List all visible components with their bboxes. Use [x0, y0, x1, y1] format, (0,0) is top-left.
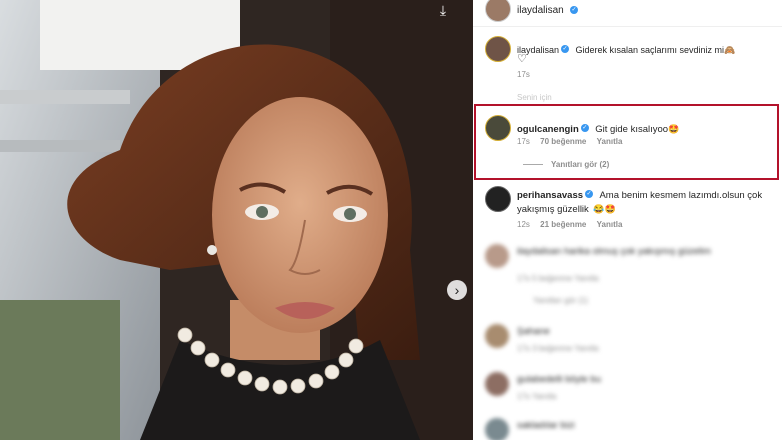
caption-time: 17s — [517, 70, 530, 79]
avatar[interactable] — [485, 186, 511, 212]
view-replies-label[interactable]: Yanıtları gör (1) — [533, 296, 588, 305]
like-count[interactable]: 21 beğenme — [540, 220, 586, 229]
avatar[interactable] — [485, 0, 511, 22]
comment-item: sakladılar bizi — [473, 416, 782, 440]
avatar[interactable] — [485, 372, 509, 396]
comment-meta: 17s Yanıtla — [517, 392, 557, 401]
verified-badge-icon: ✓ — [570, 6, 578, 14]
comment-item: gulabedelli böyle bu 17s Yanıtla — [473, 370, 782, 406]
chevron-right-icon[interactable]: › — [447, 280, 467, 300]
caption-text: Giderek kısalan saçlarımı sevdiniz mi — [575, 45, 725, 55]
post-photo: ⤓ › — [0, 0, 473, 440]
comments-panel: ilaydalisan ✓ ilaydalisan ✓ Giderek kısal… — [473, 0, 782, 440]
comment-text: ilaydalisan harika olmuş çok yakışmış gü… — [517, 246, 711, 257]
comment-time: 12s — [517, 220, 530, 229]
comment-item: Şahane 17s 3 beğenme Yanıtla — [473, 322, 782, 358]
post-header: ilaydalisan ✓ — [473, 0, 782, 26]
emoji-icon: 🙈 — [724, 45, 736, 55]
avatar[interactable] — [485, 418, 509, 440]
download-icon[interactable]: ⤓ — [434, 2, 452, 18]
caption: ilaydalisan ✓ Giderek kısalan saçlarımı s… — [473, 36, 782, 102]
comment-text: Ama benim kesmem lazımdı.olsun çok — [599, 190, 763, 201]
comment-text: gulabedelli böyle bu — [517, 374, 601, 385]
comment-text-cont: yakışmış güzellik — [517, 204, 589, 215]
comment-item: ilaydalisan harika olmuş çok yakışmış gü… — [473, 242, 782, 310]
portrait-illustration — [0, 0, 473, 440]
post-author[interactable]: ilaydalisan — [517, 5, 564, 16]
emoji-icon: 😂🤩 — [593, 204, 616, 214]
avatar[interactable] — [485, 36, 511, 62]
divider — [473, 26, 782, 27]
comment-item: perihansavass ✓ Ama benim kesmem lazımdı.… — [473, 186, 782, 234]
comment-meta: 12s 21 beğenme Yanıtla — [517, 220, 630, 229]
reply-link[interactable]: Yanıtla — [597, 220, 623, 229]
verified-badge-icon: ✓ — [585, 189, 594, 198]
avatar[interactable] — [485, 324, 509, 348]
faded-text: Senin için — [517, 93, 552, 102]
comment-meta: 17s 3 beğenme Yanıtla — [517, 344, 599, 353]
comment-text: sakladılar bizi — [517, 420, 575, 431]
heart-icon[interactable]: ♡ — [517, 52, 527, 65]
avatar[interactable] — [485, 244, 509, 268]
comment-meta: 17s 5 beğenme Yanıtla — [517, 274, 599, 283]
highlight-frame — [474, 104, 779, 180]
comment-username[interactable]: perihansavass — [517, 190, 583, 201]
comment-text: Şahane — [517, 326, 550, 337]
verified-badge-icon: ✓ — [561, 44, 570, 53]
